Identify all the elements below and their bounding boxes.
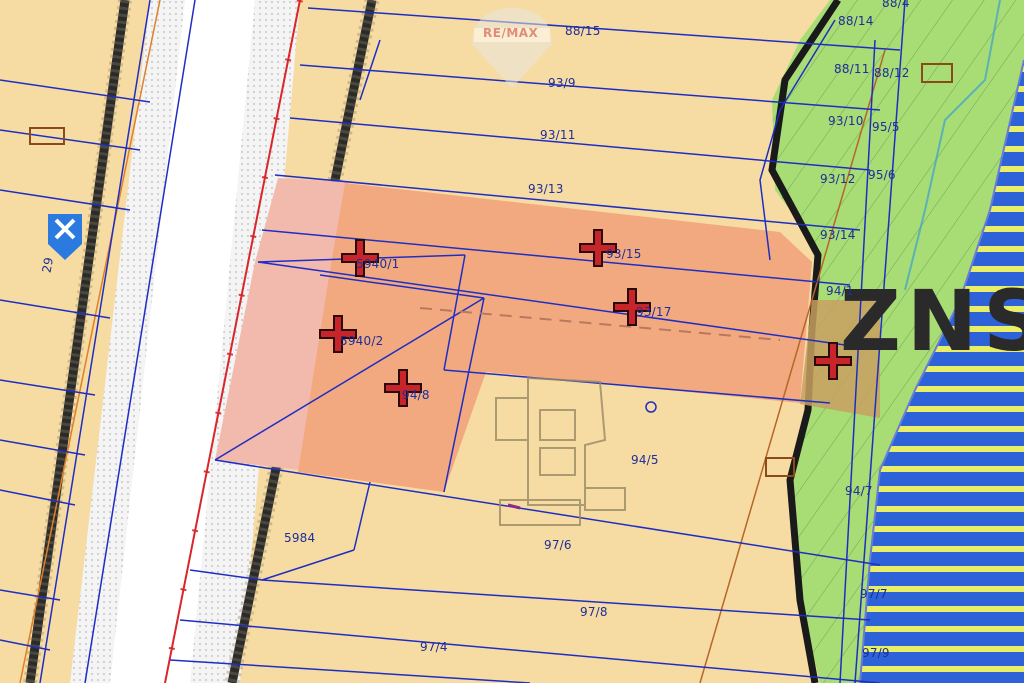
parcel-label[interactable]: 94/7 <box>845 484 873 498</box>
parcel-label[interactable]: 97/4 <box>420 640 448 654</box>
survey-markers <box>319 229 852 407</box>
parcel-label[interactable]: 5984 <box>284 531 315 545</box>
parcel-label[interactable]: 5940/2 <box>340 334 383 348</box>
parcel-label[interactable]: 93/12 <box>820 172 856 186</box>
parcel-label[interactable]: 97/9 <box>862 646 890 660</box>
parcel-label[interactable]: 97/6 <box>544 538 572 552</box>
parcel-label[interactable]: 88/14 <box>838 14 874 28</box>
parcel-label[interactable]: 88/11 <box>834 62 870 76</box>
parcel-label[interactable]: 88/15 <box>565 24 601 38</box>
parcel-label[interactable]: 97/7 <box>860 587 888 601</box>
parcel-label[interactable]: 94/8 <box>402 388 430 402</box>
parcel-label[interactable]: 93/17 <box>636 305 672 319</box>
cadastral-map[interactable]: RE/MAX ZNS 88/15 88/14 88/4 88/11 88/12 … <box>0 0 1024 683</box>
parcel-label[interactable]: 88/4 <box>882 0 910 10</box>
parcel-label[interactable]: 93/14 <box>820 228 856 242</box>
parcel-label[interactable]: 94/5 <box>631 453 659 467</box>
parcel-label[interactable]: 88/12 <box>874 66 910 80</box>
parcel-label[interactable]: 97/8 <box>580 605 608 619</box>
parcel-label[interactable]: 93/10 <box>828 114 864 128</box>
parcel-label[interactable]: 93/13 <box>528 182 564 196</box>
parcel-label[interactable]: 93/15 <box>606 247 642 261</box>
parcel-label[interactable]: 94/1 <box>826 284 854 298</box>
survey-marker-icon <box>814 342 852 380</box>
parcel-label[interactable]: 95/5 <box>872 120 900 134</box>
parcel-label[interactable]: 93/11 <box>540 128 576 142</box>
parcel-label[interactable]: 93/9 <box>548 76 576 90</box>
parcel-label[interactable]: 95/6 <box>868 168 896 182</box>
parcel-label[interactable]: 29 <box>40 256 57 274</box>
parcel-label[interactable]: 5940/1 <box>356 257 399 271</box>
